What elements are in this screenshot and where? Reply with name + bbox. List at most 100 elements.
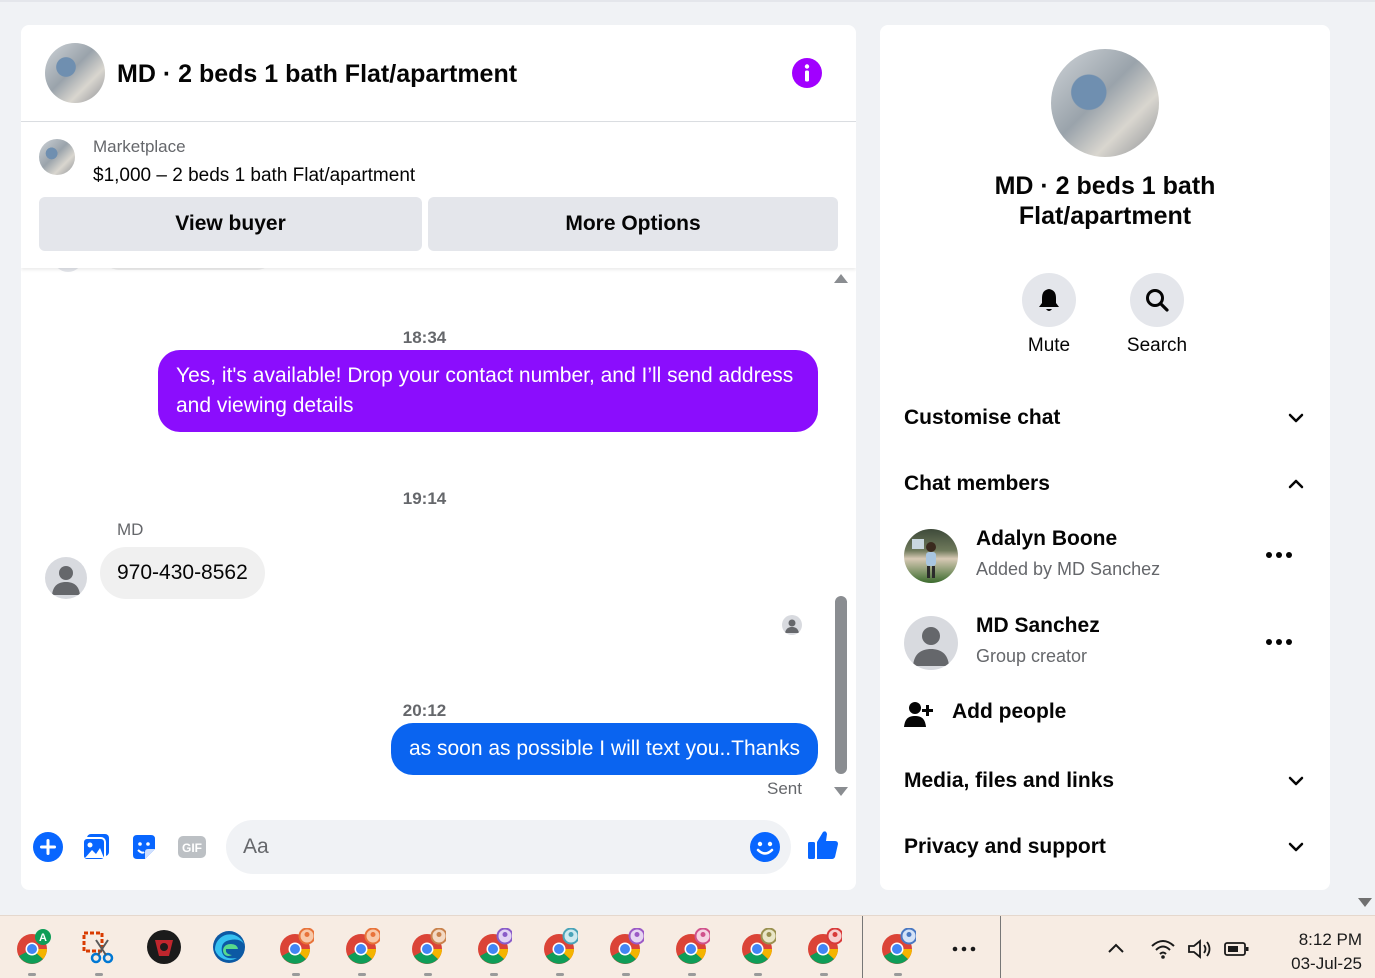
thumbs-up-icon[interactable] <box>806 828 840 862</box>
search-label: Search <box>1126 335 1188 356</box>
running-indicator <box>820 973 828 976</box>
member-name: Adalyn Boone <box>976 527 1118 550</box>
message-input-box[interactable] <box>226 820 791 874</box>
clock-time: 8:12 PM <box>1298 930 1362 949</box>
info-title: MD · 2 beds 1 bath Flat/apartment <box>994 172 1216 230</box>
message-list[interactable]: 18:34 Yes, it's available! Drop your con… <box>21 268 856 813</box>
taskbar-separator <box>1000 916 1001 978</box>
mute-label: Mute <box>1027 335 1071 356</box>
running-indicator <box>28 973 36 976</box>
taskbar-separator <box>862 916 863 978</box>
chevron-up-icon[interactable] <box>1105 941 1127 955</box>
clock-date: 03-Jul-25 <box>1291 954 1362 973</box>
sent-status: Sent <box>767 779 802 798</box>
svg-text:GIF: GIF <box>182 841 202 855</box>
section-label: Chat members <box>904 472 1050 495</box>
running-indicator <box>556 973 564 976</box>
edge-icon[interactable] <box>210 928 248 966</box>
volume-icon[interactable] <box>1186 938 1214 960</box>
page-scroll-down-arrow[interactable] <box>1358 898 1372 907</box>
section-label: Media, files and links <box>904 769 1115 792</box>
customise-chat-section[interactable]: Customise chat <box>904 400 1306 436</box>
running-indicator <box>894 973 902 976</box>
member-row[interactable]: MD Sanchez Group creator <box>904 614 1306 674</box>
sticker-icon[interactable] <box>128 831 160 863</box>
more-apps-icon[interactable] <box>945 928 983 966</box>
chat-title[interactable]: MD · 2 beds 1 bath Flat/apartment <box>117 60 517 89</box>
privacy-support-section[interactable]: Privacy and support <box>904 829 1306 865</box>
chrome-profile-icon[interactable] <box>878 928 916 966</box>
chrome-profile-icon[interactable] <box>606 928 644 966</box>
running-indicator <box>490 973 498 976</box>
add-people-label: Add people <box>952 700 1067 723</box>
chrome-profile-icon[interactable] <box>804 928 842 966</box>
message-input[interactable] <box>243 832 723 862</box>
incoming-message[interactable]: 970-430-8562 <box>100 547 265 599</box>
chat-info-panel: MD · 2 beds 1 bath Flat/apartment Mute S… <box>880 25 1330 890</box>
chrome-profile-icon[interactable] <box>738 928 776 966</box>
running-indicator <box>292 973 300 976</box>
wifi-icon[interactable] <box>1150 938 1176 960</box>
top-border <box>0 0 1375 2</box>
scroll-down-arrow[interactable] <box>834 787 848 796</box>
chevron-down-icon <box>1288 842 1304 852</box>
mute-button[interactable] <box>1022 273 1076 327</box>
chrome-profile-icon[interactable] <box>276 928 314 966</box>
chat-header: MD · 2 beds 1 bath Flat/apartment <box>21 25 856 122</box>
listing-avatar-large[interactable] <box>1051 49 1159 157</box>
listing-avatar[interactable] <box>45 43 105 103</box>
chrome-profile-icon[interactable] <box>474 928 512 966</box>
game-app-icon[interactable] <box>145 928 183 966</box>
system-clock[interactable]: 8:12 PM 03-Jul-25 <box>1262 928 1362 976</box>
view-buyer-button[interactable]: View buyer <box>39 197 422 251</box>
section-label: Customise chat <box>904 406 1061 429</box>
listing-label: Marketplace <box>93 137 186 156</box>
chrome-profile-icon[interactable] <box>672 928 710 966</box>
partial-avatar <box>53 268 83 272</box>
chevron-up-icon <box>1288 479 1304 489</box>
emoji-icon[interactable] <box>749 831 781 863</box>
chat-members-section[interactable]: Chat members <box>904 466 1306 502</box>
scroll-up-arrow[interactable] <box>834 274 848 283</box>
member-role: Added by MD Sanchez <box>976 559 1161 579</box>
listing-thumbnail[interactable] <box>39 139 75 175</box>
person-photo <box>912 539 936 578</box>
running-indicator <box>358 973 366 976</box>
chrome-profile-icon[interactable] <box>408 928 446 966</box>
chevron-down-icon <box>1288 776 1304 786</box>
sender-avatar[interactable] <box>45 557 87 599</box>
listing-title[interactable]: $1,000 – 2 beds 1 bath Flat/apartment <box>93 165 415 187</box>
person-icon <box>785 619 799 633</box>
chrome-profile-icon[interactable] <box>342 928 380 966</box>
scrollbar-thumb[interactable] <box>835 596 847 774</box>
image-icon[interactable] <box>80 831 112 863</box>
member-avatar[interactable] <box>904 616 958 670</box>
svg-text:A: A <box>39 932 47 944</box>
member-name: MD Sanchez <box>976 614 1100 637</box>
gif-icon[interactable]: GIF <box>176 831 208 863</box>
seen-indicator-avatar <box>782 615 802 635</box>
chrome-profile-icon[interactable] <box>540 928 578 966</box>
running-indicator <box>754 973 762 976</box>
info-icon[interactable] <box>791 57 823 89</box>
snipping-tool-icon[interactable] <box>80 928 118 966</box>
battery-icon[interactable] <box>1224 940 1250 958</box>
add-people-button[interactable]: Add people <box>904 697 1306 733</box>
outgoing-message[interactable]: Yes, it's available! Drop your contact n… <box>158 350 818 432</box>
running-indicator <box>424 973 432 976</box>
more-icon[interactable] <box>1264 545 1294 565</box>
media-files-section[interactable]: Media, files and links <box>904 763 1306 799</box>
member-role: Group creator <box>976 646 1088 666</box>
outgoing-message[interactable]: as soon as possible I will text you..Tha… <box>390 723 818 775</box>
more-options-button[interactable]: More Options <box>428 197 838 251</box>
plus-icon[interactable] <box>32 831 64 863</box>
partial-message <box>103 268 273 270</box>
more-icon[interactable] <box>1264 632 1294 652</box>
listing-bar: Marketplace $1,000 – 2 beds 1 bath Flat/… <box>21 123 856 268</box>
chrome-icon[interactable]: A <box>13 928 51 966</box>
search-button[interactable] <box>1130 273 1184 327</box>
running-indicator <box>95 973 103 976</box>
member-row[interactable]: Adalyn Boone Added by MD Sanchez <box>904 527 1306 587</box>
member-avatar[interactable] <box>904 529 958 583</box>
sender-name: MD <box>117 520 144 539</box>
